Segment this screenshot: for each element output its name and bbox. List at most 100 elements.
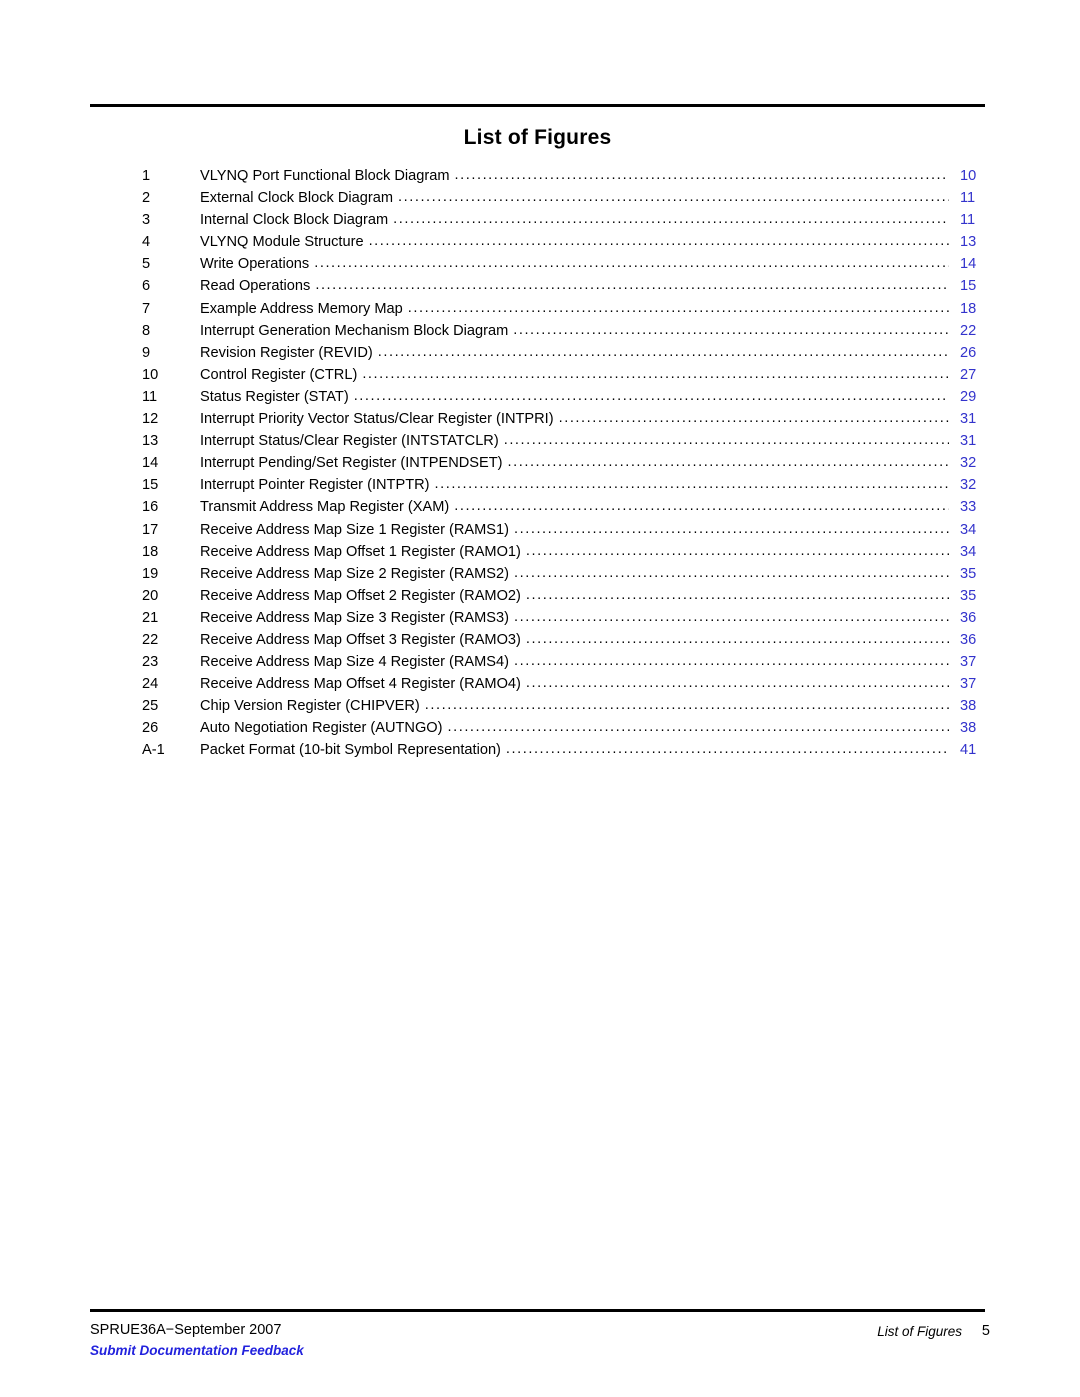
figure-page-number[interactable]: 34 [951, 522, 1002, 538]
figure-page-number[interactable]: 31 [951, 411, 1002, 427]
figure-page-number[interactable]: 10 [951, 168, 1002, 184]
figure-page-number[interactable]: 32 [951, 455, 1002, 471]
figure-number: 17 [142, 521, 159, 538]
figure-entry-row[interactable]: 8 Interrupt Generation Mechanism Block Di… [142, 321, 1002, 343]
dot-leader [354, 387, 949, 401]
figure-page-number[interactable]: 27 [951, 367, 1002, 383]
figure-entry-row[interactable]: 12 Interrupt Priority Vector Status/Clear… [142, 409, 1002, 431]
figure-number: 18 [142, 543, 159, 560]
figure-title: Interrupt Pending/Set Register (INTPENDS… [200, 455, 503, 472]
dot-leader [513, 321, 949, 335]
dot-leader [448, 718, 949, 732]
figure-title: Internal Clock Block Diagram [200, 212, 389, 229]
figure-page-number[interactable]: 37 [951, 676, 1002, 692]
figure-number: 10 [142, 366, 159, 383]
figure-page-number[interactable]: 14 [951, 256, 1002, 272]
figure-entry-row[interactable]: 17 Receive Address Map Size 1 Register (R… [142, 520, 1002, 542]
figure-entry-row[interactable]: 22 Receive Address Map Offset 3 Register … [142, 630, 1002, 652]
list-of-figures: 1 VLYNQ Port Functional Block Diagram 10 2 E… [142, 166, 1002, 763]
figure-page-number[interactable]: 31 [951, 433, 1002, 449]
figure-entry-row[interactable]: 2 External Clock Block Diagram 11 [142, 188, 1002, 210]
figure-entry-row[interactable]: 18 Receive Address Map Offset 1 Register … [142, 542, 1002, 564]
figure-title: Interrupt Status/Clear Register (INTSTAT… [200, 433, 499, 450]
figure-page-number[interactable]: 37 [951, 654, 1002, 670]
dot-leader [514, 608, 949, 622]
figure-page-number[interactable]: 41 [951, 742, 1002, 758]
figure-page-number[interactable]: 11 [951, 212, 1002, 228]
figure-page-number[interactable]: 36 [951, 632, 1002, 648]
figure-page-number[interactable]: 15 [951, 278, 1002, 294]
footer-section-name: List of Figures [877, 1324, 962, 1339]
figure-number: 26 [142, 720, 159, 737]
figure-number: 11 [142, 388, 158, 405]
figure-entry-row[interactable]: 21 Receive Address Map Size 3 Register (R… [142, 608, 1002, 630]
figure-entry-row[interactable]: 26 Auto Negotiation Register (AUTNGO) 38 [142, 718, 1002, 740]
figure-entry-row[interactable]: 15 Interrupt Pointer Register (INTPTR) 32 [142, 475, 1002, 497]
dot-leader [362, 365, 949, 379]
figure-page-number[interactable]: 18 [951, 301, 1002, 317]
figure-title: Revision Register (REVID) [200, 344, 373, 361]
figure-page-number[interactable]: 13 [951, 234, 1002, 250]
figure-number: 7 [142, 300, 151, 317]
figure-entry-row[interactable]: 19 Receive Address Map Size 2 Register (R… [142, 564, 1002, 586]
figure-entry-row[interactable]: 20 Receive Address Map Offset 2 Register … [142, 586, 1002, 608]
figure-number: 3 [142, 212, 151, 229]
figure-entry-row[interactable]: 1 VLYNQ Port Functional Block Diagram 10 [142, 166, 1002, 188]
figure-entry-row[interactable]: 24 Receive Address Map Offset 4 Register … [142, 674, 1002, 696]
figure-title: Receive Address Map Size 3 Register (RAM… [200, 609, 510, 626]
figure-entry-row[interactable]: 11 Status Register (STAT) 29 [142, 387, 1002, 409]
figure-page-number[interactable]: 29 [951, 389, 1002, 405]
dot-leader [455, 166, 949, 180]
figure-number: 20 [142, 587, 159, 604]
figure-entry-row[interactable]: 23 Receive Address Map Size 4 Register (R… [142, 652, 1002, 674]
figure-entry-row[interactable]: 16 Transmit Address Map Register (XAM) 33 [142, 497, 1002, 519]
figure-number: A-1 [142, 742, 165, 759]
figure-title: Transmit Address Map Register (XAM) [200, 499, 450, 516]
figure-page-number[interactable]: 38 [951, 698, 1002, 714]
figure-page-number[interactable]: 33 [951, 499, 1002, 515]
dot-leader [514, 520, 949, 534]
dot-leader [514, 564, 949, 578]
figure-page-number[interactable]: 36 [951, 610, 1002, 626]
dot-leader [526, 630, 949, 644]
figure-number: 12 [142, 411, 159, 428]
figure-entry-row[interactable]: 9 Revision Register (REVID) 26 [142, 343, 1002, 365]
figure-entry-row[interactable]: A-1 Packet Format (10-bit Symbol Represen… [142, 740, 1002, 762]
dot-leader [526, 586, 949, 600]
dot-leader [398, 188, 949, 202]
figure-entry-row[interactable]: 10 Control Register (CTRL) 27 [142, 365, 1002, 387]
figure-entry-row[interactable]: 14 Interrupt Pending/Set Register (INTPEN… [142, 453, 1002, 475]
footer-rule [90, 1309, 985, 1312]
figure-page-number[interactable]: 35 [951, 588, 1002, 604]
dot-leader [508, 453, 949, 467]
figure-number: 23 [142, 654, 159, 671]
figure-number: 2 [142, 190, 151, 207]
figure-entry-row[interactable]: 5 Write Operations 14 [142, 254, 1002, 276]
figure-number: 15 [142, 477, 159, 494]
figure-page-number[interactable]: 35 [951, 566, 1002, 582]
figure-title: External Clock Block Diagram [200, 190, 394, 207]
submit-documentation-feedback-link[interactable]: Submit Documentation Feedback [90, 1343, 304, 1358]
figure-entry-row[interactable]: 4 VLYNQ Module Structure 13 [142, 232, 1002, 254]
footer-document-id: SPRUE36A−September 2007 [90, 1322, 282, 1338]
figure-page-number[interactable]: 34 [951, 544, 1002, 560]
figure-entry-row[interactable]: 13 Interrupt Status/Clear Register (INTST… [142, 431, 1002, 453]
figure-page-number[interactable]: 32 [951, 477, 1002, 493]
figure-title: Interrupt Generation Mechanism Block Dia… [200, 322, 509, 339]
figure-number: 8 [142, 322, 151, 339]
figure-page-number[interactable]: 38 [951, 720, 1002, 736]
figure-page-number[interactable]: 26 [951, 345, 1002, 361]
figure-title: Receive Address Map Offset 3 Register (R… [200, 631, 521, 648]
figure-title: Status Register (STAT) [200, 388, 349, 405]
figure-entry-row[interactable]: 3 Internal Clock Block Diagram 11 [142, 210, 1002, 232]
figure-title: Receive Address Map Offset 2 Register (R… [200, 587, 521, 604]
figure-page-number[interactable]: 11 [951, 190, 1002, 206]
figure-title: VLYNQ Port Functional Block Diagram [200, 168, 450, 184]
figure-page-number[interactable]: 22 [951, 323, 1002, 339]
figure-entry-row[interactable]: 7 Example Address Memory Map 18 [142, 299, 1002, 321]
figure-number: 22 [142, 631, 159, 648]
figure-number: 25 [142, 698, 159, 715]
figure-number: 6 [142, 278, 151, 295]
figure-entry-row[interactable]: 6 Read Operations 15 [142, 276, 1002, 298]
figure-entry-row[interactable]: 25 Chip Version Register (CHIPVER) 38 [142, 696, 1002, 718]
